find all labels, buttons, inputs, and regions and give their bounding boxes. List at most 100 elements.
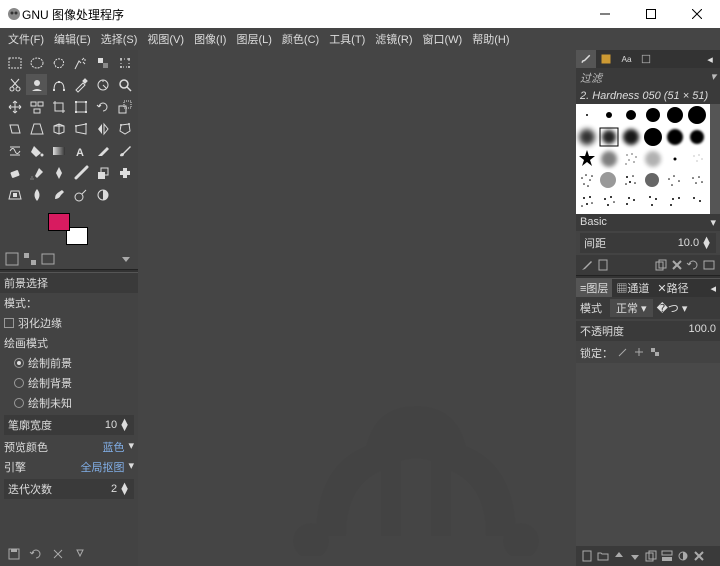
tool-text[interactable]: A [70,140,91,161]
tool-by-color-select[interactable] [92,52,113,73]
opacity-slider[interactable]: 不透明度 100.0 [576,321,720,341]
tool-color-balance[interactable] [92,184,113,205]
tab-channels[interactable]: ▦通道 [612,278,653,298]
open-as-image-icon[interactable] [702,258,716,272]
tab-brushes[interactable] [576,50,596,68]
tool-blur[interactable] [26,184,47,205]
radio-draw-bg[interactable] [14,378,24,388]
preview-color-dropdown[interactable]: 预览颜色 蓝色 ▾ [0,437,138,457]
delete-options-icon[interactable] [50,546,66,562]
tool-pencil[interactable] [92,140,113,161]
edit-brush-icon[interactable] [580,258,594,272]
device-status-icon[interactable] [22,251,38,267]
tool-perspective[interactable] [26,118,47,139]
tool-gradient[interactable] [48,140,69,161]
brush-scrollbar[interactable] [710,104,720,214]
radio-draw-fg[interactable] [14,358,24,368]
mask-layer-icon[interactable] [676,549,690,563]
tool-eraser[interactable] [4,162,25,183]
tool-dodge-burn[interactable] [70,184,91,205]
tool-zoom[interactable] [114,74,135,95]
tab-menu-right[interactable]: ◂ [700,50,720,68]
refresh-brush-icon[interactable] [686,258,700,272]
menu-layer[interactable]: 图层(L) [232,29,275,49]
layer-mode-dropdown[interactable]: 正常 ▾ [610,299,653,317]
tool-ellipse-select[interactable] [26,52,47,73]
color-swatch[interactable] [48,213,88,245]
tab-menu-icon[interactable] [118,251,134,267]
lock-position-icon[interactable] [633,346,645,361]
menu-select[interactable]: 选择(S) [97,29,142,49]
tool-flip[interactable] [92,118,113,139]
iterations-spinner[interactable]: 迭代次数 2 ▲▼ [4,479,134,499]
tool-fuzzy-select[interactable] [70,52,91,73]
tool-color-picker[interactable] [70,74,91,95]
feather-checkbox[interactable] [4,318,14,328]
tool-mypaint-brush[interactable] [70,162,91,183]
tool-scissors[interactable] [114,52,135,73]
mode-switch-icon[interactable]: �つ ▾ [657,300,688,316]
tool-rect-select[interactable] [4,52,25,73]
tool-free-select[interactable] [48,52,69,73]
tool-handle-transform[interactable] [70,118,91,139]
tool-cage[interactable] [114,118,135,139]
tab-layers[interactable]: ≡图层 [576,278,612,298]
tab-fonts[interactable]: Aa [616,50,636,68]
tool-scale[interactable] [114,96,135,117]
tool-paths[interactable] [48,74,69,95]
duplicate-layer-icon[interactable] [644,549,658,563]
stroke-width-spinner[interactable]: 笔廓宽度 10 ▲▼ [4,415,134,435]
menu-image[interactable]: 图像(I) [190,29,230,49]
tab-history[interactable] [636,50,656,68]
menu-file[interactable]: 文件(F) [4,29,48,49]
tool-airbrush[interactable] [26,162,47,183]
tab-patterns[interactable] [596,50,616,68]
brush-filter[interactable]: 过滤▾ [576,68,720,88]
tool-warp[interactable] [4,140,25,161]
tool-smudge[interactable] [48,184,69,205]
menu-windows[interactable]: 窗口(W) [419,29,467,49]
maximize-button[interactable] [628,0,674,28]
save-options-icon[interactable] [6,546,22,562]
brush-preset-dropdown[interactable]: Basic▾ [576,214,720,231]
duplicate-brush-icon[interactable] [654,258,668,272]
layer-list[interactable] [576,363,720,546]
menu-edit[interactable]: 编辑(E) [50,29,95,49]
tool-foreground-select[interactable] [26,74,47,95]
images-tab-icon[interactable] [40,251,56,267]
brush-grid[interactable] [576,104,720,214]
new-layer-icon[interactable] [580,549,594,563]
menu-filters[interactable]: 滤镜(R) [371,29,416,49]
tab-paths[interactable]: ✕路径 [653,278,692,298]
fg-color[interactable] [48,213,70,231]
canvas-area[interactable] [138,50,576,566]
tool-rotate[interactable] [92,96,113,117]
close-button[interactable] [674,0,720,28]
lock-alpha-icon[interactable] [649,346,661,361]
restore-options-icon[interactable] [28,546,44,562]
tool-measure[interactable] [92,74,113,95]
tool-paintbrush[interactable] [114,140,135,161]
tool-3d-transform[interactable] [48,118,69,139]
menu-view[interactable]: 视图(V) [143,29,188,49]
raise-layer-icon[interactable] [612,549,626,563]
tool-align[interactable] [26,96,47,117]
menu-color[interactable]: 颜色(C) [278,29,323,49]
tool-scissors-select[interactable] [4,74,25,95]
engine-dropdown[interactable]: 引擎 全局抠图 ▾ [0,457,138,477]
radio-draw-unknown[interactable] [14,398,24,408]
lower-layer-icon[interactable] [628,549,642,563]
tool-perspective-clone[interactable] [4,184,25,205]
minimize-button[interactable] [582,0,628,28]
tool-shear[interactable] [4,118,25,139]
menu-tools[interactable]: 工具(T) [325,29,369,49]
tool-move[interactable] [4,96,25,117]
tab-menu-layers[interactable]: ◂ [706,280,720,297]
new-group-icon[interactable] [596,549,610,563]
delete-brush-icon[interactable] [670,258,684,272]
spacing-spinner[interactable]: 间距 10.0 ▲▼ [580,233,716,253]
new-brush-icon[interactable] [596,258,610,272]
tooloptions-tab-icon[interactable] [4,251,20,267]
tool-ink[interactable] [48,162,69,183]
tool-crop[interactable] [48,96,69,117]
